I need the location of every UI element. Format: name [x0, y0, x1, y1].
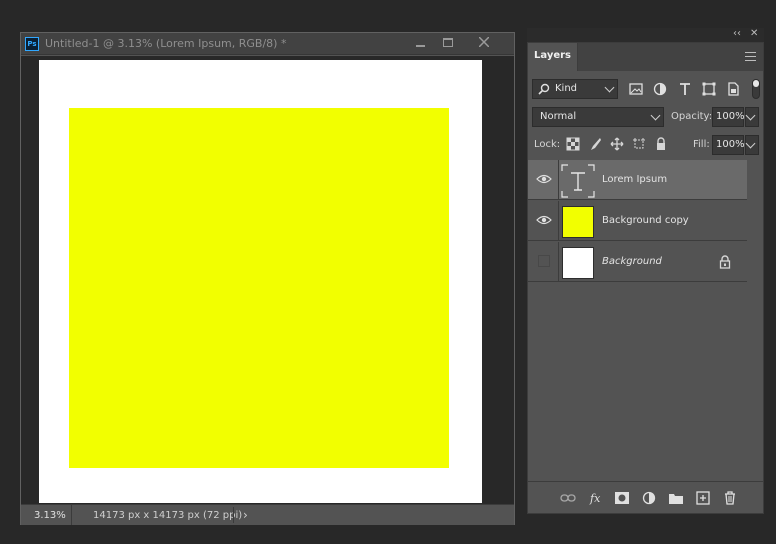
smart-object-filter-icon[interactable] [725, 81, 741, 97]
layer-thumbnail[interactable] [562, 247, 594, 279]
filter-kind-select[interactable]: Kind [532, 79, 618, 99]
lock-image-pixels-icon[interactable] [588, 137, 602, 151]
layer-name[interactable]: Lorem Ipsum [602, 174, 667, 185]
eye-icon[interactable] [536, 214, 552, 226]
maximize-button[interactable] [434, 33, 462, 53]
chevron-down-icon [745, 138, 756, 149]
fx-icon[interactable]: fx [589, 491, 605, 505]
collapse-panels-icon[interactable]: ‹‹ [733, 28, 741, 39]
search-icon [538, 83, 550, 95]
photoshop-app-icon: Ps [25, 37, 39, 51]
chevron-down-icon [745, 110, 756, 121]
zoom-level[interactable]: 3.13% [34, 510, 66, 521]
layers-panel-footer: fx [528, 481, 763, 513]
layer-row-background-copy[interactable]: Background copy [528, 201, 747, 241]
document-titlebar[interactable]: Ps Untitled-1 @ 3.13% (Lorem Ipsum, RGB/… [21, 33, 514, 55]
filter-kind-label: Kind [555, 83, 578, 94]
lock-label: Lock: [534, 139, 561, 150]
lock-position-icon[interactable] [610, 137, 624, 151]
layer-name[interactable]: Background [602, 256, 662, 267]
layer-row-lorem-ipsum[interactable]: Lorem Ipsum [528, 160, 747, 200]
layer-thumbnail[interactable] [562, 206, 594, 238]
panel-tab-bar: Layers [528, 43, 763, 71]
fill-label: Fill: [693, 139, 710, 150]
yellow-fill-area [69, 108, 449, 468]
document-window: Ps Untitled-1 @ 3.13% (Lorem Ipsum, RGB/… [20, 32, 515, 525]
folder-icon[interactable] [668, 491, 684, 505]
opacity-label: Opacity: [671, 111, 713, 122]
lock-all-icon[interactable] [654, 137, 668, 151]
chevron-down-icon [650, 110, 661, 121]
document-size-info: 14173 px x 14173 px (72 ppi) [93, 510, 243, 521]
lock-icon[interactable] [719, 255, 731, 269]
canvas-area[interactable] [21, 56, 514, 504]
document-title: Untitled-1 @ 3.13% (Lorem Ipsum, RGB/8) … [45, 37, 287, 50]
trash-icon[interactable] [722, 491, 738, 505]
chevron-right-icon[interactable]: › [243, 508, 248, 522]
prevent-auto-nesting-icon[interactable] [632, 137, 646, 151]
text-layer-icon [561, 164, 595, 198]
visibility-toggle-off[interactable] [538, 255, 550, 267]
eye-icon[interactable] [536, 173, 552, 185]
layer-name[interactable]: Background copy [602, 215, 689, 226]
visibility-divider [558, 242, 559, 282]
add-mask-icon[interactable] [614, 491, 630, 505]
panel-dock-header: ‹‹ ✕ [527, 28, 764, 42]
opacity-input[interactable]: 100% [712, 107, 745, 127]
document-canvas[interactable] [39, 60, 482, 503]
layer-row-background[interactable]: Background [528, 242, 747, 282]
close-button[interactable] [469, 33, 501, 53]
adjustment-filter-icon[interactable] [652, 81, 668, 97]
image-filter-icon[interactable] [628, 81, 644, 97]
filter-toggle[interactable] [752, 79, 760, 99]
panel-menu-icon[interactable] [745, 52, 756, 61]
minimize-button[interactable] [406, 33, 434, 53]
lock-transparent-pixels-icon[interactable] [566, 137, 580, 151]
blend-mode-select[interactable]: Normal [532, 107, 664, 127]
visibility-divider [558, 201, 559, 241]
layers-panel: Layers Kind Normal Opacity: 100% Lock: F… [527, 42, 764, 514]
text-layer-thumbnail[interactable] [561, 164, 595, 198]
visibility-divider [558, 160, 559, 200]
close-icon [479, 37, 489, 47]
status-divider [71, 505, 72, 525]
shape-filter-icon[interactable] [701, 81, 717, 97]
status-bar: 3.13% 14173 px x 14173 px (72 ppi) › [21, 504, 514, 525]
fill-input[interactable]: 100% [712, 135, 745, 155]
fill-dropdown-button[interactable] [745, 135, 759, 155]
link-layers-icon[interactable] [560, 491, 576, 505]
new-layer-icon[interactable] [695, 491, 711, 505]
blend-mode-value: Normal [540, 111, 577, 122]
tab-layers[interactable]: Layers [528, 43, 578, 71]
chevron-down-icon [604, 82, 615, 93]
svg-text:fx: fx [589, 492, 601, 505]
adjustment-layer-icon[interactable] [641, 491, 657, 505]
opacity-dropdown-button[interactable] [745, 107, 759, 127]
close-panel-icon[interactable]: ✕ [750, 28, 758, 39]
status-divider [233, 507, 234, 523]
type-filter-icon[interactable] [677, 81, 693, 97]
